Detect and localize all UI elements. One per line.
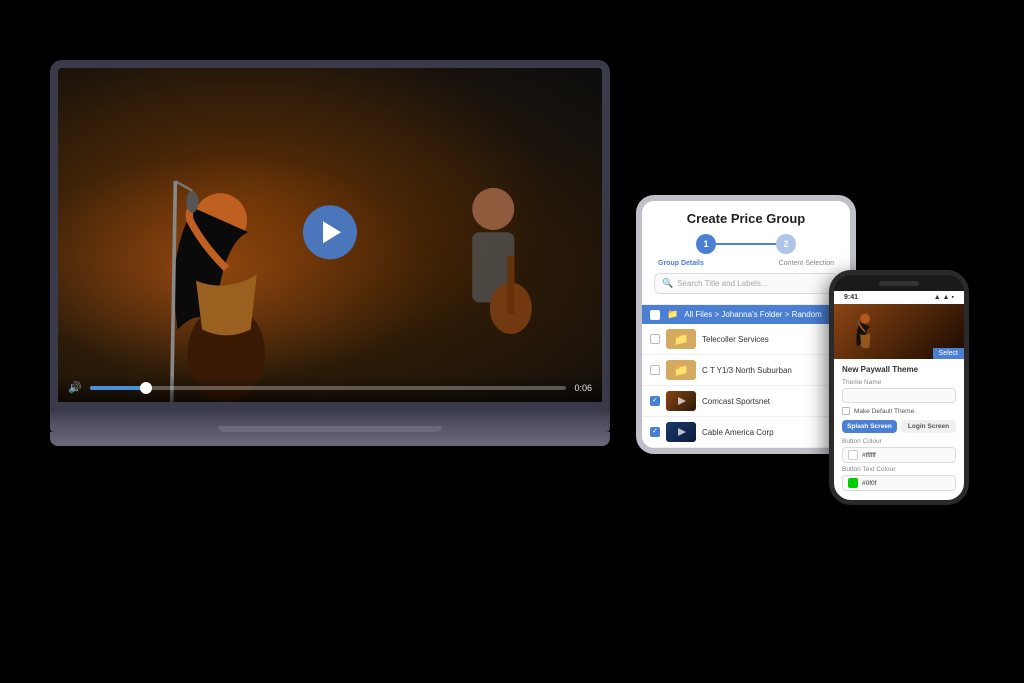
button-text-color-value: #0f0f xyxy=(862,480,876,487)
laptop: 🔊 0:06 xyxy=(50,60,610,446)
singer-figure xyxy=(123,135,330,402)
step-labels: Group Details Content Selection xyxy=(654,260,838,267)
file-name-0: Telecoller Services xyxy=(702,335,842,344)
scene: 🔊 0:06 Create Price Group xyxy=(0,0,1024,683)
file-row-2[interactable]: Comcast Sportsnet xyxy=(642,386,850,417)
video-controls: 🔊 0:06 xyxy=(58,375,602,402)
phone-time: 9:41 xyxy=(844,294,858,301)
breadcrumb-text: All Files > Johanna's Folder > Random xyxy=(684,310,822,319)
search-placeholder: Search Title and Labels... xyxy=(677,279,767,288)
phone-splash-button[interactable]: Splash Screen xyxy=(842,420,897,433)
breadcrumb-row: 📁 All Files > Johanna's Folder > Random xyxy=(642,305,850,324)
phone: 9:41 ▲ ▲ ▪ Select New Paywall Theme Them… xyxy=(829,270,969,505)
phone-form-title: New Paywall Theme xyxy=(842,365,956,374)
file-thumb-1: 📁 xyxy=(666,360,696,380)
phone-login-button[interactable]: Login Screen xyxy=(901,420,956,433)
progress-fill xyxy=(90,386,147,390)
phone-button-color-input[interactable]: #ffffff xyxy=(842,447,956,463)
phone-screen-buttons: Splash Screen Login Screen xyxy=(842,420,956,433)
phone-status-icons: ▲ ▲ ▪ xyxy=(934,294,954,301)
phone-default-theme-row: Make Default Theme xyxy=(842,407,956,415)
file-checkbox-3[interactable] xyxy=(650,427,660,437)
play-icon xyxy=(323,221,341,243)
file-name-1: C T Y1/3 North Suburban xyxy=(702,366,842,375)
phone-theme-name-input[interactable] xyxy=(842,388,956,403)
video-player: 🔊 0:06 xyxy=(58,68,602,402)
step-1-circle: 1 xyxy=(696,234,716,254)
phone-button-text-color-input[interactable]: #0f0f xyxy=(842,475,956,491)
button-color-value: #ffffff xyxy=(862,452,876,459)
phone-screen: 9:41 ▲ ▲ ▪ Select New Paywall Theme Them… xyxy=(834,291,964,500)
progress-bar[interactable] xyxy=(90,386,567,390)
step-connector xyxy=(716,243,776,245)
step-1-label: Group Details xyxy=(658,260,704,267)
file-name-2: Comcast Sportsnet xyxy=(702,397,842,406)
search-icon: 🔍 xyxy=(662,278,673,289)
file-row-0[interactable]: 📁 Telecoller Services xyxy=(642,324,850,355)
step-2-circle: 2 xyxy=(776,234,796,254)
tablet: Create Price Group 1 2 Group Details Con… xyxy=(636,195,856,454)
volume-icon[interactable]: 🔊 xyxy=(68,381,82,394)
file-name-3: Cable America Corp xyxy=(702,428,842,437)
progress-thumb xyxy=(140,382,152,394)
video-time: 0:06 xyxy=(574,383,592,393)
file-row-3[interactable]: Cable America Corp xyxy=(642,417,850,448)
guitarist-figure xyxy=(428,168,559,402)
phone-default-label: Make Default Theme xyxy=(854,408,914,415)
tablet-header: Create Price Group 1 2 Group Details Con… xyxy=(642,201,850,305)
play-button[interactable] xyxy=(303,205,357,259)
phone-video-thumbnail: Select xyxy=(834,304,964,359)
file-thumb-0: 📁 xyxy=(666,329,696,349)
file-row-1[interactable]: 📁 C T Y1/3 North Suburban xyxy=(642,355,850,386)
file-checkbox-1[interactable] xyxy=(650,365,660,375)
phone-singer-silhouette xyxy=(841,310,890,360)
tablet-search-bar[interactable]: 🔍 Search Title and Labels... xyxy=(654,273,838,294)
phone-button-text-color-label: Button Text Colour xyxy=(842,466,956,473)
laptop-stand xyxy=(50,432,610,446)
stepper: 1 2 xyxy=(654,234,838,254)
phone-form: New Paywall Theme Theme Name Make Defaul… xyxy=(834,359,964,500)
button-color-swatch xyxy=(848,450,858,460)
phone-notch-bar xyxy=(879,281,919,286)
breadcrumb-folder-icon: 📁 xyxy=(667,309,678,320)
step-2-label: Content Selection xyxy=(779,260,834,267)
phone-notch xyxy=(834,275,964,291)
file-thumb-2 xyxy=(666,391,696,411)
phone-status-bar: 9:41 ▲ ▲ ▪ xyxy=(834,291,964,304)
phone-theme-name-label: Theme Name xyxy=(842,379,956,386)
breadcrumb-checkbox[interactable] xyxy=(650,310,660,320)
phone-default-checkbox[interactable] xyxy=(842,407,850,415)
laptop-screen: 🔊 0:06 xyxy=(50,60,610,410)
tablet-screen: Create Price Group 1 2 Group Details Con… xyxy=(642,201,850,448)
laptop-base xyxy=(50,410,610,432)
phone-button-color-label: Button Colour xyxy=(842,438,956,445)
phone-select-button[interactable]: Select xyxy=(933,348,964,359)
button-text-color-swatch xyxy=(848,478,858,488)
file-thumb-3 xyxy=(666,422,696,442)
tablet-title: Create Price Group xyxy=(654,211,838,226)
file-checkbox-0[interactable] xyxy=(650,334,660,344)
file-checkbox-2[interactable] xyxy=(650,396,660,406)
